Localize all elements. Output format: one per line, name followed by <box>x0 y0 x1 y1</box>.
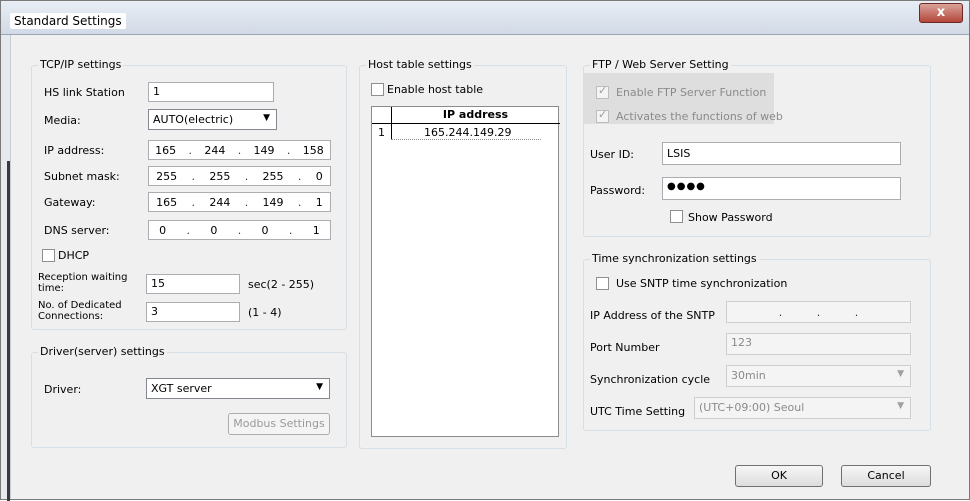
reception-waiting-unit: sec(2 - 255) <box>248 278 315 291</box>
reception-waiting-input[interactable]: 15 <box>146 274 240 294</box>
enable-ftp-checkbox[interactable] <box>596 84 609 99</box>
media-value: AUTO(electric) <box>153 113 234 126</box>
index-column-header <box>372 107 391 124</box>
driver-group: Driver(server) settings Driver: XGT serv… <box>31 345 347 448</box>
gateway-octet: 1 <box>315 195 323 209</box>
ftp-web-group: FTP / Web Server Setting Enable FTP Serv… <box>583 58 931 237</box>
media-select[interactable]: AUTO(electric) ▼ <box>148 109 277 130</box>
chevron-down-icon: ▼ <box>316 382 323 392</box>
driver-label: Driver: <box>44 383 82 396</box>
ip-octet: 165 <box>155 143 177 157</box>
time-sync-legend: Time synchronization settings <box>590 252 759 265</box>
user-id-input[interactable]: LSIS <box>662 142 901 165</box>
column-divider <box>391 107 392 140</box>
host-table-group: Host table settings Enable host table IP… <box>359 58 567 449</box>
reception-waiting-label: Reception waiting time: <box>38 272 128 294</box>
enable-host-table-checkbox[interactable] <box>371 83 384 96</box>
media-label: Media: <box>44 114 81 127</box>
row-separator <box>391 139 541 140</box>
enable-ftp-label: Enable FTP Server Function <box>616 86 767 99</box>
ip-address-column-header[interactable]: IP address <box>391 107 560 124</box>
subnet-octet: 255 <box>262 169 284 183</box>
port-number-label: Port Number <box>590 341 660 354</box>
chevron-down-icon: ▼ <box>263 113 270 123</box>
tcpip-legend: TCP/IP settings <box>38 58 124 71</box>
password-label: Password: <box>590 184 646 197</box>
utc-time-label: UTC Time Setting <box>590 405 686 418</box>
sync-cycle-label: Synchronization cycle <box>590 373 711 386</box>
gateway-octet: 165 <box>156 195 178 209</box>
activate-web-label: Activates the functions of web <box>616 110 783 123</box>
utc-time-value: (UTC+09:00) Seoul <box>699 401 805 414</box>
dhcp-label: DHCP <box>58 249 90 262</box>
use-sntp-checkbox[interactable] <box>596 277 609 290</box>
subnet-octet: 255 <box>209 169 231 183</box>
subnet-mask-label: Subnet mask: <box>44 170 120 183</box>
subnet-mask-field[interactable]: 255. 255. 255. 0 <box>148 166 331 186</box>
sntp-ip-field[interactable]: ... <box>726 301 911 323</box>
gateway-octet: 244 <box>209 195 231 209</box>
host-table-legend: Host table settings <box>366 58 474 71</box>
ok-button[interactable]: OK <box>735 465 823 487</box>
window-title: Standard Settings <box>10 13 126 29</box>
subnet-octet: 255 <box>156 169 178 183</box>
row-index: 1 <box>378 126 385 139</box>
close-button[interactable]: x <box>919 3 963 23</box>
standard-settings-dialog: Standard Settings x TCP/IP settings HS l… <box>0 0 970 501</box>
dns-server-field[interactable]: 0. 0. 0. 1 <box>148 220 331 240</box>
hs-link-label: HS link Station <box>44 86 125 99</box>
title-bar: Standard Settings x <box>1 1 969 35</box>
dedicated-connections-unit: (1 - 4) <box>248 306 282 319</box>
ip-octet: 244 <box>204 143 226 157</box>
ip-octet: 149 <box>253 143 275 157</box>
dns-octet: 0 <box>261 223 269 237</box>
chevron-down-icon: ▼ <box>897 401 904 411</box>
ftp-web-legend: FTP / Web Server Setting <box>590 58 731 71</box>
password-input[interactable]: ●●●● <box>662 177 901 200</box>
use-sntp-label: Use SNTP time synchronization <box>616 277 788 290</box>
user-id-label: User ID: <box>590 148 634 161</box>
chevron-down-icon: ▼ <box>897 369 904 379</box>
driver-legend: Driver(server) settings <box>38 345 167 358</box>
host-table[interactable]: IP address 1 165.244.149.29 <box>371 106 560 437</box>
show-password-checkbox[interactable] <box>670 210 683 223</box>
dhcp-checkbox[interactable] <box>42 249 55 262</box>
subnet-octet: 0 <box>315 169 323 183</box>
dedicated-connections-input[interactable]: 3 <box>146 302 240 322</box>
sync-cycle-value: 30min <box>731 369 766 382</box>
hs-link-station-input[interactable]: 1 <box>148 82 274 102</box>
row-ip[interactable]: 165.244.149.29 <box>424 126 511 139</box>
left-dark-bar <box>7 161 10 501</box>
activate-web-checkbox[interactable] <box>596 108 609 123</box>
gateway-field[interactable]: 165. 244. 149. 1 <box>148 192 331 212</box>
dns-octet: 0 <box>159 223 167 237</box>
driver-value: XGT server <box>151 382 212 395</box>
dns-octet: 0 <box>210 223 218 237</box>
port-number-input[interactable]: 123 <box>726 333 911 355</box>
enable-host-table-label: Enable host table <box>387 83 484 96</box>
dedicated-connections-label: No. of Dedicated Connections: <box>38 300 122 322</box>
ip-address-label: IP address: <box>44 144 105 157</box>
dns-server-label: DNS server: <box>44 224 110 237</box>
modbus-settings-button[interactable]: Modbus Settings <box>228 413 330 435</box>
sync-cycle-select[interactable]: 30min ▼ <box>726 365 911 387</box>
time-sync-group: Time synchronization settings Use SNTP t… <box>583 252 931 431</box>
ip-octet: 158 <box>302 143 324 157</box>
tcpip-group: TCP/IP settings HS link Station 1 Media:… <box>31 58 347 330</box>
utc-time-select[interactable]: (UTC+09:00) Seoul ▼ <box>694 397 911 419</box>
show-password-label: Show Password <box>688 211 773 224</box>
sntp-ip-label: IP Address of the SNTP <box>590 309 715 322</box>
gateway-label: Gateway: <box>44 196 96 209</box>
driver-select[interactable]: XGT server ▼ <box>146 378 330 399</box>
dns-octet: 1 <box>312 223 320 237</box>
gateway-octet: 149 <box>262 195 284 209</box>
ip-address-field[interactable]: 165. 244. 149. 158 <box>148 140 331 160</box>
cancel-button[interactable]: Cancel <box>841 465 931 487</box>
